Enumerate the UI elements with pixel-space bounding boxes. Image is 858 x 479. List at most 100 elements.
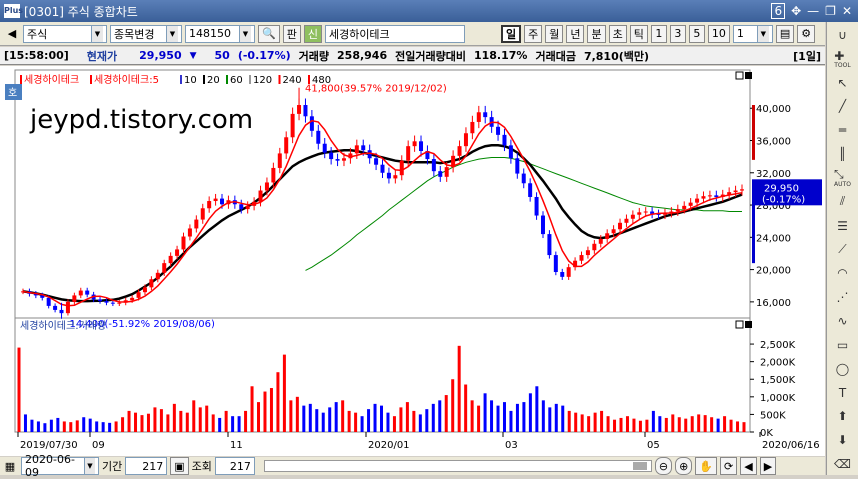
volume-bar bbox=[172, 403, 176, 432]
candle-body bbox=[322, 143, 327, 153]
view-icon[interactable]: ▣ bbox=[170, 457, 189, 475]
volume-bar bbox=[451, 379, 455, 432]
high-annotation: 41,800(39.57% 2019/12/02) bbox=[305, 84, 447, 95]
app-logo: Plus bbox=[4, 4, 23, 18]
price-bar: [15:58:00] 현재가 29,950 ▼ 50 (-0.17%) 거래량 … bbox=[0, 47, 825, 65]
text-icon[interactable]: T bbox=[830, 382, 856, 404]
candle-body bbox=[393, 175, 398, 179]
period-input[interactable]: 217 bbox=[125, 457, 168, 475]
candle-body bbox=[463, 133, 468, 147]
interval-3-button[interactable]: 3 bbox=[669, 24, 686, 43]
erase-icon[interactable]: ⌫ bbox=[830, 453, 856, 475]
close-icon[interactable]: ✕ bbox=[842, 4, 852, 18]
legend-swatch bbox=[90, 75, 92, 84]
search-icon[interactable]: 🔍 bbox=[258, 24, 280, 43]
candle-body bbox=[707, 195, 712, 197]
candle-body bbox=[412, 141, 417, 147]
date-input[interactable]: 2020-06-09 ▼ bbox=[21, 453, 99, 479]
stock-code-input[interactable]: 148150 ▼ bbox=[185, 24, 255, 43]
candle-body bbox=[695, 198, 700, 203]
period-week-button[interactable]: 주 bbox=[524, 24, 543, 43]
arrow-down-icon[interactable]: ⬇ bbox=[830, 429, 856, 451]
save-icon[interactable]: ▤ bbox=[775, 24, 795, 43]
scrollbar-thumb[interactable] bbox=[632, 462, 647, 470]
prev-volume-label: 전일거래량대비 bbox=[395, 49, 466, 63]
pin-icon[interactable]: ✥ bbox=[791, 4, 801, 18]
candle-body bbox=[277, 153, 282, 168]
cursor-icon[interactable]: ↖ bbox=[830, 72, 856, 94]
vline-icon[interactable]: ║ bbox=[830, 143, 856, 165]
period-day-button[interactable]: 일 bbox=[500, 24, 522, 43]
prev-icon[interactable]: ◀ bbox=[4, 25, 20, 43]
bottom-bar: ▦ 2020-06-09 ▼ 기간 217 ▣ 조회 217 ⊖ ⊕ ✋ ⟳ ◀ … bbox=[0, 453, 825, 479]
candle-body bbox=[733, 190, 738, 193]
stock-change-select[interactable]: 종목변경 ▼ bbox=[110, 24, 182, 43]
chevron-down-icon[interactable]: ▼ bbox=[91, 25, 103, 42]
calendar-icon[interactable]: ▦ bbox=[2, 457, 18, 475]
volume-bar bbox=[302, 405, 306, 432]
refresh-icon[interactable]: ⟳ bbox=[720, 457, 738, 475]
gann-icon[interactable]: ⋰ bbox=[830, 286, 856, 308]
hand-icon[interactable]: ✋ bbox=[695, 457, 718, 475]
current-pct-tag: (-0.17%) bbox=[762, 194, 805, 205]
fibonacci-icon[interactable]: ☰ bbox=[830, 215, 856, 237]
volume-bar bbox=[703, 415, 707, 432]
interval-select[interactable]: 1 ▼ bbox=[732, 24, 773, 43]
interval-10-button[interactable]: 10 bbox=[707, 24, 730, 43]
restore-icon[interactable]: ❐ bbox=[825, 4, 836, 18]
legend-swatch bbox=[308, 75, 310, 84]
view-input[interactable]: 217 bbox=[214, 457, 255, 475]
page-number[interactable]: 6 bbox=[771, 3, 786, 19]
period-year-button[interactable]: 년 bbox=[566, 24, 585, 43]
volume-bar bbox=[528, 393, 532, 432]
fan-icon[interactable]: ⟋ bbox=[830, 239, 856, 261]
chart-area[interactable]: 세경하이테크 세경하이테크:5 10 20 60 120 240 480 호 jeypd.tist… bbox=[0, 66, 825, 456]
candle-body bbox=[386, 172, 391, 179]
ellipse-icon[interactable]: ◯ bbox=[830, 358, 856, 380]
interval-1-button[interactable]: 1 bbox=[650, 24, 667, 43]
hline-icon[interactable]: ═ bbox=[830, 119, 856, 141]
chart-svg[interactable]: 세경하이테크 세경하이테크:5 10 20 60 120 240 480호jeypd.tist… bbox=[0, 66, 825, 456]
volume-bar bbox=[729, 419, 733, 432]
new-tag[interactable]: 신 bbox=[303, 24, 322, 43]
chevron-down-icon[interactable]: ▼ bbox=[756, 25, 769, 42]
auto-icon[interactable]: ⤡ AUTO bbox=[830, 167, 856, 189]
zoom-out-icon[interactable]: ⊖ bbox=[654, 457, 673, 475]
chevron-down-icon[interactable]: ▼ bbox=[239, 25, 251, 42]
volume-bar bbox=[457, 345, 461, 432]
period-tick-button[interactable]: 틱 bbox=[629, 24, 648, 43]
volume-bar bbox=[405, 402, 409, 432]
tool-icon[interactable]: ✚ TOOL bbox=[830, 48, 856, 70]
title-bar: Plus [0301] 주식 종합차트 6 ✥ — ❐ ✕ bbox=[0, 0, 858, 22]
market-select[interactable]: 주식 ▼ bbox=[23, 24, 107, 43]
pan-button[interactable]: 판 bbox=[282, 24, 301, 43]
x-tick-label: 2020/06/16 bbox=[762, 440, 820, 451]
period-minute-button[interactable]: 분 bbox=[587, 24, 606, 43]
left-arrow-icon[interactable]: ◀ bbox=[740, 457, 757, 475]
gear-icon[interactable]: ⚙ bbox=[797, 24, 816, 43]
period-second-button[interactable]: 초 bbox=[608, 24, 627, 43]
minimize-icon[interactable]: — bbox=[807, 4, 819, 18]
price-change-pct: (-0.17%) bbox=[237, 49, 291, 62]
volume-bar bbox=[257, 402, 261, 432]
interval-5-button[interactable]: 5 bbox=[688, 24, 705, 43]
volume-bar bbox=[140, 415, 144, 432]
arrow-up-icon[interactable]: ⬆ bbox=[830, 406, 856, 428]
cycle-icon[interactable]: ∿ bbox=[830, 310, 856, 332]
volume-bar bbox=[438, 400, 442, 432]
period-month-button[interactable]: 월 bbox=[545, 24, 564, 43]
volume-bar bbox=[380, 405, 383, 432]
arc-icon[interactable]: ◠ bbox=[830, 262, 856, 284]
collapse-icon[interactable]: ∪ bbox=[830, 24, 856, 46]
volume-bar bbox=[645, 419, 649, 432]
right-arrow-icon[interactable]: ▶ bbox=[759, 457, 777, 475]
chevron-down-icon[interactable]: ▼ bbox=[83, 458, 95, 474]
legend-swatch bbox=[226, 75, 228, 84]
rect-icon[interactable]: ▭ bbox=[830, 334, 856, 356]
scrollbar[interactable] bbox=[263, 460, 652, 472]
chevron-down-icon[interactable]: ▼ bbox=[166, 25, 178, 42]
channel-icon[interactable]: ⫽ bbox=[830, 191, 856, 213]
trendline-icon[interactable]: ╱ bbox=[830, 96, 856, 118]
zoom-in-icon[interactable]: ⊕ bbox=[675, 457, 693, 475]
volume-bar bbox=[328, 407, 332, 432]
